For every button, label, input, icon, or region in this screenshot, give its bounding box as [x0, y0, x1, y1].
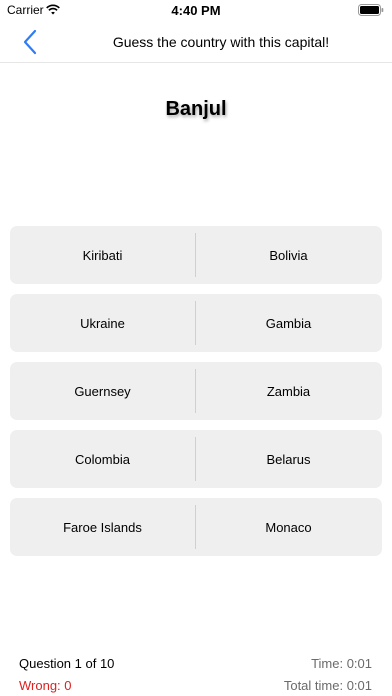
answer-button[interactable]: Belarus [196, 430, 381, 488]
status-time: 4:40 PM [171, 3, 221, 18]
status-bar: Carrier 4:40 PM [0, 0, 392, 22]
answer-button[interactable]: Colombia [10, 430, 195, 488]
answer-row: Colombia Belarus [10, 430, 382, 488]
capital-question: Banjul [165, 98, 227, 120]
question-counter: Question 1 of 10 [19, 656, 115, 671]
answer-row: Kiribati Bolivia [10, 226, 382, 284]
wrong-counter: Wrong: 0 [19, 678, 72, 693]
total-timer: Total time: 0:01 [283, 678, 372, 693]
question-timer: Time: 0:01 [311, 656, 372, 671]
answer-row: Ukraine Gambia [10, 294, 382, 352]
answer-grid: Kiribati Bolivia Ukraine Gambia Guernsey… [10, 226, 382, 566]
answer-button[interactable]: Bolivia [196, 226, 381, 284]
answer-button[interactable]: Monaco [196, 498, 381, 556]
answer-button[interactable]: Faroe Islands [10, 498, 195, 556]
quiz-footer: Question 1 of 10 Wrong: 0 Time: 0:01 Tot… [0, 650, 392, 696]
back-button[interactable] [18, 28, 44, 56]
navigation-bar: Guess the country with this capital! [0, 22, 392, 63]
answer-row: Guernsey Zambia [10, 362, 382, 420]
page-title: Guess the country with this capital! [112, 34, 330, 50]
answer-button[interactable]: Ukraine [10, 294, 195, 352]
answer-row: Faroe Islands Monaco [10, 498, 382, 556]
answer-button[interactable]: Guernsey [10, 362, 195, 420]
chevron-left-icon [23, 29, 37, 55]
battery-icon [358, 4, 384, 19]
answer-button[interactable]: Gambia [196, 294, 381, 352]
answer-button[interactable]: Kiribati [10, 226, 195, 284]
answer-button[interactable]: Zambia [196, 362, 381, 420]
